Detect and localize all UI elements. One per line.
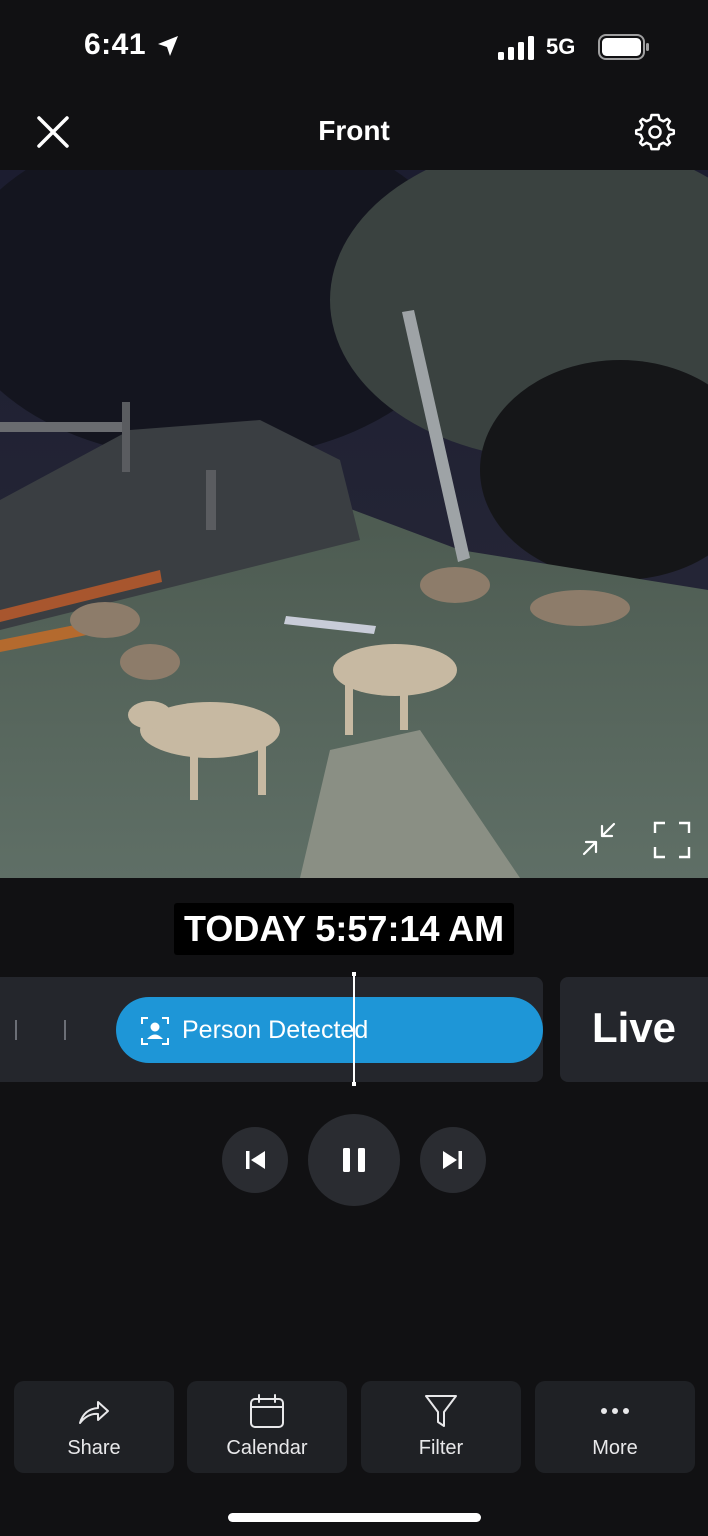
calendar-icon [250,1394,284,1428]
share-button[interactable]: Share [14,1381,174,1473]
fullscreen-icon[interactable] [652,820,692,860]
status-bar: 6:41 5G [0,0,708,95]
event-timestamp: TODAY 5:57:14 AM [174,903,515,955]
gear-icon[interactable] [634,111,676,153]
header: Front [0,95,708,170]
video-feed[interactable] [0,170,708,878]
timeline-tick [64,1020,66,1040]
share-label: Share [67,1437,121,1459]
timeline-tick [15,1020,17,1040]
more-label: More [592,1437,638,1459]
pause-icon [343,1148,365,1172]
timeline-playhead[interactable] [352,972,356,1086]
calendar-button[interactable]: Calendar [187,1381,347,1473]
more-icon [601,1408,629,1414]
network-label: 5G [546,34,576,59]
page-title: Front [318,115,390,146]
cellular-signal-icon [498,36,534,60]
share-icon [79,1401,109,1424]
more-button[interactable]: More [535,1381,695,1473]
skip-previous-icon [246,1151,265,1169]
filter-label: Filter [418,1437,464,1459]
camera-frame [0,170,708,878]
event-timeline[interactable]: Person Detected [0,977,543,1082]
event-label: Person Detected [182,1016,369,1044]
person-detected-event[interactable]: Person Detected [116,997,543,1063]
filter-button[interactable]: Filter [361,1381,521,1473]
home-indicator[interactable] [228,1513,481,1522]
skip-next-button[interactable] [420,1127,486,1193]
location-arrow-icon [158,36,178,56]
shrink-icon[interactable] [580,820,618,858]
skip-previous-button[interactable] [222,1127,288,1193]
skip-next-icon [443,1151,462,1169]
pause-button[interactable] [308,1114,400,1206]
filter-icon [425,1395,457,1427]
calendar-label: Calendar [226,1437,308,1459]
status-time: 6:41 [84,28,147,61]
live-label: Live [592,1004,677,1051]
person-detected-icon [141,1017,169,1045]
live-button[interactable]: Live [560,977,708,1082]
battery-icon [598,34,649,60]
